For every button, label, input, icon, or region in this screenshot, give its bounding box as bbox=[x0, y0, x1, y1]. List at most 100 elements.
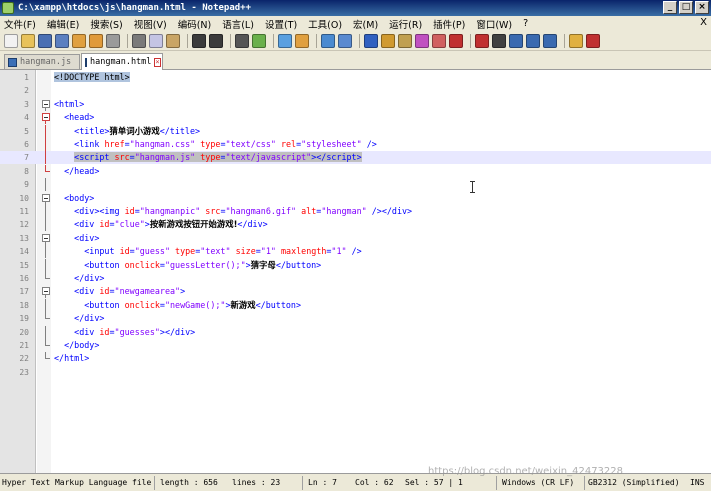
line-number: 21 bbox=[19, 341, 29, 350]
code-line[interactable]: 1 <!DOCTYPE html> bbox=[0, 71, 711, 84]
play-macro-icon[interactable] bbox=[509, 33, 523, 48]
find-icon[interactable] bbox=[235, 33, 249, 48]
fold-marker[interactable] bbox=[42, 192, 50, 205]
tab-close-icon[interactable]: × bbox=[154, 57, 161, 67]
doc-map-icon[interactable] bbox=[432, 33, 446, 48]
fold-marker bbox=[42, 272, 50, 285]
menu-item[interactable]: 搜索(S) bbox=[90, 17, 122, 31]
code-line[interactable]: 14 <input id="guess" type="text" size="1… bbox=[0, 245, 711, 259]
code-line[interactable]: 17 <div id="newgamearea"> bbox=[0, 285, 711, 299]
code-line[interactable]: 16 </div> bbox=[0, 272, 711, 285]
code-line[interactable]: 5 <title>猜单词小游戏</title> bbox=[0, 124, 711, 138]
code-line[interactable]: 23 bbox=[0, 366, 711, 379]
sync-v-icon[interactable] bbox=[321, 33, 335, 48]
code-text: <div id="guesses"></div> bbox=[74, 326, 196, 337]
line-number: 17 bbox=[19, 287, 29, 297]
print-icon[interactable] bbox=[106, 33, 120, 48]
menu-item[interactable]: 编辑(E) bbox=[47, 17, 79, 31]
fold-marker[interactable] bbox=[42, 111, 50, 125]
menu-item[interactable]: 运行(R) bbox=[389, 17, 422, 31]
toolbar-separator bbox=[273, 33, 274, 48]
new-file-icon[interactable] bbox=[4, 33, 18, 48]
code-line[interactable]: 2 bbox=[0, 84, 711, 97]
stop-macro-icon[interactable] bbox=[492, 33, 506, 48]
fold-marker bbox=[42, 71, 50, 84]
code-line[interactable]: 3 <html> bbox=[0, 98, 711, 111]
code-text: <html> bbox=[54, 98, 85, 109]
cut-icon[interactable] bbox=[132, 33, 146, 48]
save-all-icon[interactable] bbox=[55, 33, 69, 48]
code-line[interactable]: 8 </head> bbox=[0, 164, 711, 178]
code-line[interactable]: 4 <head> bbox=[0, 111, 711, 125]
minimize-button[interactable]: _ bbox=[663, 1, 677, 14]
code-line[interactable]: 9 bbox=[0, 178, 711, 192]
paste-icon[interactable] bbox=[166, 33, 180, 48]
zoom-in-icon[interactable] bbox=[278, 33, 292, 48]
window-controls: _ □ × bbox=[663, 1, 709, 14]
sync-h-icon[interactable] bbox=[338, 33, 352, 48]
code-line[interactable]: 22 </html> bbox=[0, 352, 711, 365]
code-line[interactable]: 7 <script src="hangman.js" type="text/ja… bbox=[0, 151, 711, 165]
run-macro-icon[interactable] bbox=[526, 33, 540, 48]
redo-icon[interactable] bbox=[209, 33, 223, 48]
replace-icon[interactable] bbox=[252, 33, 266, 48]
folder-icon[interactable] bbox=[569, 33, 583, 48]
menu-item[interactable]: 工具(O) bbox=[308, 17, 342, 31]
save-icon[interactable] bbox=[38, 33, 52, 48]
code-line[interactable]: 18 <button onclick="newGame();">新游戏</but… bbox=[0, 298, 711, 312]
zoom-out-icon[interactable] bbox=[295, 33, 309, 48]
code-line[interactable]: 13 <div> bbox=[0, 232, 711, 245]
code-editor[interactable]: 1 <!DOCTYPE html> 2 3 <html> 4 <head> 5 <title… bbox=[0, 70, 711, 473]
close-all-icon[interactable] bbox=[89, 33, 103, 48]
code-line[interactable]: 6 <link href="hangman.css" type="text/cs… bbox=[0, 138, 711, 151]
fold-marker bbox=[42, 124, 50, 138]
save-macro-icon[interactable] bbox=[543, 33, 557, 48]
code-text: </div> bbox=[74, 313, 105, 324]
menu-item[interactable]: 宏(M) bbox=[353, 17, 378, 31]
line-number: 1 bbox=[24, 73, 29, 82]
line-number: 3 bbox=[24, 99, 29, 109]
indent-guide-icon[interactable] bbox=[398, 33, 412, 48]
close-window-button[interactable]: × bbox=[695, 1, 709, 14]
code-text: <!DOCTYPE html> bbox=[54, 72, 130, 82]
undo-icon[interactable] bbox=[192, 33, 206, 48]
fold-marker[interactable] bbox=[42, 98, 50, 111]
status-insert-mode: INS bbox=[690, 478, 705, 487]
record-macro-icon[interactable] bbox=[475, 33, 489, 48]
code-line[interactable]: 12 <div id="clue">按新游戏按钮开始游戏!</div> bbox=[0, 218, 711, 232]
close-icon[interactable] bbox=[72, 33, 86, 48]
line-number: 8 bbox=[24, 166, 29, 176]
show-all-chars-icon[interactable] bbox=[381, 33, 395, 48]
menu-item[interactable]: 编码(N) bbox=[178, 17, 212, 31]
code-line[interactable]: 20 <div id="guesses"></div> bbox=[0, 325, 711, 339]
lang-icon[interactable] bbox=[415, 33, 429, 48]
fold-marker[interactable] bbox=[42, 232, 50, 245]
menu-item[interactable]: 设置(T) bbox=[265, 17, 297, 31]
code-line[interactable]: 11 <div><img id="hangmanpic" src="hangma… bbox=[0, 205, 711, 218]
code-text: </div> bbox=[74, 273, 105, 283]
spellcheck-icon[interactable] bbox=[586, 33, 600, 48]
code-line[interactable]: 19 </div> bbox=[0, 312, 711, 325]
monitor-icon[interactable] bbox=[449, 33, 463, 48]
menu-item[interactable]: 语言(L) bbox=[222, 17, 254, 31]
word-wrap-icon[interactable] bbox=[364, 33, 378, 48]
menu-item[interactable]: 文件(F) bbox=[4, 17, 36, 31]
open-file-icon[interactable] bbox=[21, 33, 35, 48]
menu-item[interactable]: ? bbox=[523, 18, 528, 29]
code-line[interactable]: 21 </body> bbox=[0, 339, 711, 352]
menu-item[interactable]: 视图(V) bbox=[134, 17, 167, 31]
close-document-button[interactable]: X bbox=[700, 17, 707, 28]
code-line[interactable]: 10 <body> bbox=[0, 192, 711, 205]
code-line[interactable]: 15 <button onclick="guessLetter();">猜字母<… bbox=[0, 258, 711, 272]
status-col: Col : 62 bbox=[355, 478, 394, 487]
tab-bar: hangman.js hangman.html × bbox=[0, 51, 711, 70]
fold-marker[interactable] bbox=[42, 285, 50, 299]
status-file-type: Hyper Text Markup Language file bbox=[2, 478, 152, 487]
tab-hangman-html[interactable]: hangman.html × bbox=[81, 53, 163, 70]
copy-icon[interactable] bbox=[149, 33, 163, 48]
menu-item[interactable]: 窗口(W) bbox=[476, 17, 512, 31]
maximize-button[interactable]: □ bbox=[679, 1, 693, 14]
menu-item[interactable]: 插件(P) bbox=[433, 17, 465, 31]
fold-marker bbox=[42, 245, 50, 259]
tab-hangman-js[interactable]: hangman.js bbox=[4, 54, 80, 69]
